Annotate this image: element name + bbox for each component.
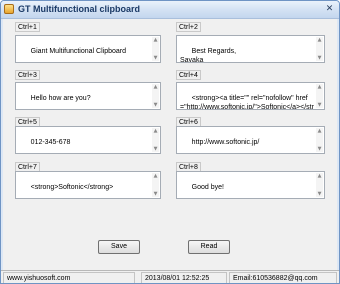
scroll-down-icon[interactable]: ▼ <box>152 102 159 108</box>
scroll-up-icon[interactable]: ▲ <box>152 128 159 134</box>
scroll-up-icon[interactable]: ▲ <box>152 173 159 179</box>
scroll-up-icon[interactable]: ▲ <box>152 37 159 43</box>
scroll-up-icon[interactable]: ▲ <box>316 37 323 43</box>
save-button[interactable]: Save <box>98 240 140 254</box>
slot-content: <strong>Softonic</strong> <box>30 184 114 191</box>
scrollbar[interactable]: ▲ ▼ <box>316 37 323 61</box>
scroll-down-icon[interactable]: ▼ <box>316 102 323 108</box>
app-window: GT Multifunctional clipboard ✕ Ctrl+1 Gi… <box>0 0 340 284</box>
scroll-down-icon[interactable]: ▼ <box>152 146 159 152</box>
slot-text-ctrl3[interactable]: Hello how are you? ▲ ▼ <box>15 82 161 110</box>
scrollbar[interactable]: ▲ ▼ <box>152 37 159 61</box>
status-datetime: 2013/08/01 12:52:25 <box>141 272 227 283</box>
slot-content: Good bye! <box>191 184 224 191</box>
slot-content: http://www.softonic.jp/ <box>191 139 260 146</box>
scroll-down-icon[interactable]: ▼ <box>316 55 323 61</box>
scroll-down-icon[interactable]: ▼ <box>152 55 159 61</box>
slot-text-ctrl6[interactable]: http://www.softonic.jp/ ▲ ▼ <box>176 126 325 154</box>
slot-content: 012-345-678 <box>30 139 71 146</box>
slot-text-ctrl2[interactable]: Best Regards, Sayaka ▲ ▼ <box>176 35 325 63</box>
slot-text-ctrl5[interactable]: 012-345-678 ▲ ▼ <box>15 126 161 154</box>
scroll-down-icon[interactable]: ▼ <box>316 146 323 152</box>
scrollbar[interactable]: ▲ ▼ <box>152 128 159 152</box>
slot-label-ctrl2: Ctrl+2 <box>176 22 201 32</box>
scrollbar[interactable]: ▲ ▼ <box>152 173 159 197</box>
scrollbar[interactable]: ▲ ▼ <box>316 173 323 197</box>
status-bar: www.yishuosoft.com 2013/08/01 12:52:25 E… <box>1 270 339 283</box>
scroll-up-icon[interactable]: ▲ <box>316 84 323 90</box>
clipboard-app-icon <box>4 4 14 14</box>
scrollbar[interactable]: ▲ ▼ <box>316 128 323 152</box>
slot-content: Giant Multifunctional Clipboard <box>30 48 126 55</box>
slot-text-ctrl4[interactable]: <strong><a title="" rel="nofollow" href=… <box>176 82 325 110</box>
slot-text-ctrl7[interactable]: <strong>Softonic</strong> ▲ ▼ <box>15 171 161 199</box>
slot-label-ctrl4: Ctrl+4 <box>176 70 201 80</box>
slot-label-ctrl3: Ctrl+3 <box>15 70 40 80</box>
slot-text-ctrl1[interactable]: Giant Multifunctional Clipboard ▲ ▼ <box>15 35 161 63</box>
status-website: www.yishuosoft.com <box>3 272 135 283</box>
slot-content: Best Regards, Sayaka <box>180 48 237 63</box>
scrollbar[interactable]: ▲ ▼ <box>316 84 323 108</box>
read-button[interactable]: Read <box>188 240 230 254</box>
slot-label-ctrl1: Ctrl+1 <box>15 22 40 32</box>
scrollbar[interactable]: ▲ ▼ <box>152 84 159 108</box>
slot-content: Hello how are you? <box>30 95 91 102</box>
main-panel: Ctrl+1 Giant Multifunctional Clipboard ▲… <box>3 19 337 270</box>
slot-text-ctrl8[interactable]: Good bye! ▲ ▼ <box>176 171 325 199</box>
status-email: Email:610536882@qq.com <box>229 272 337 283</box>
scroll-down-icon[interactable]: ▼ <box>152 191 159 197</box>
scroll-up-icon[interactable]: ▲ <box>316 173 323 179</box>
slot-content: <strong><a title="" rel="nofollow" href=… <box>180 95 314 110</box>
close-button[interactable]: ✕ <box>323 3 336 15</box>
window-title: GT Multifunctional clipboard <box>18 4 140 14</box>
scroll-down-icon[interactable]: ▼ <box>316 191 323 197</box>
scroll-up-icon[interactable]: ▲ <box>316 128 323 134</box>
scroll-up-icon[interactable]: ▲ <box>152 84 159 90</box>
title-bar[interactable]: GT Multifunctional clipboard ✕ <box>1 1 339 19</box>
